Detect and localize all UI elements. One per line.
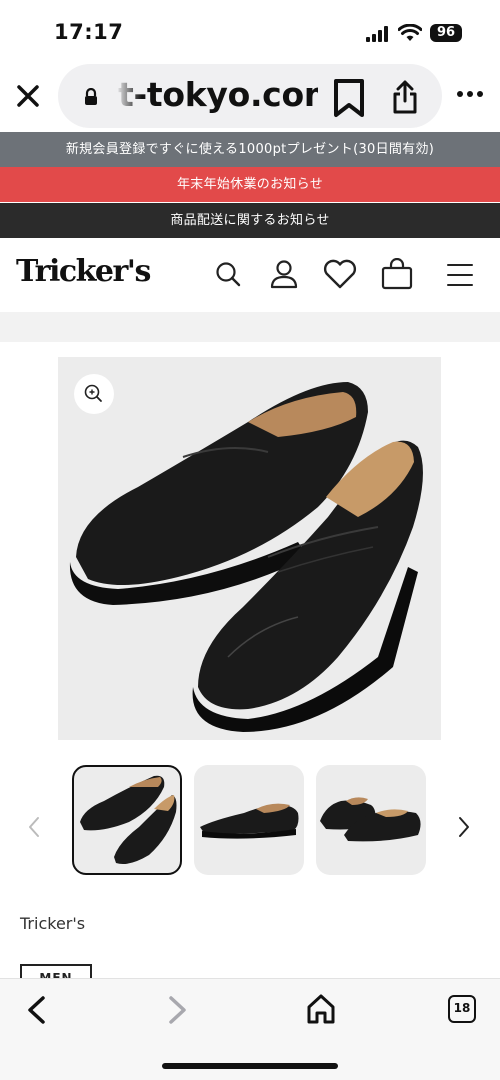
search-icon[interactable] (214, 258, 242, 290)
lock-icon (85, 88, 97, 105)
zoom-button[interactable] (74, 374, 114, 414)
browser-address-bar: t-tokyo.com (0, 62, 500, 130)
url-text: t-tokyo.com (118, 75, 318, 114)
home-indicator (162, 1063, 338, 1069)
header-divider (0, 312, 500, 342)
banner-shipping-notice[interactable]: 商品配送に関するお知らせ (0, 203, 500, 238)
thumbnail-carousel (0, 765, 500, 877)
zoom-in-icon (84, 384, 102, 402)
wifi-icon (398, 24, 422, 41)
url-field[interactable]: t-tokyo.com (58, 64, 442, 128)
chevron-left-icon[interactable] (26, 815, 42, 839)
site-logo[interactable]: Tricker's (16, 254, 151, 289)
thumbnail-image (200, 803, 299, 839)
bag-icon[interactable] (380, 258, 414, 290)
product-main-image[interactable] (58, 357, 441, 740)
chevron-right-icon[interactable] (456, 815, 472, 839)
bookmark-icon[interactable] (332, 78, 366, 118)
thumbnail-3[interactable] (316, 765, 426, 875)
tabs-icon[interactable]: 18 (448, 995, 476, 1023)
more-icon[interactable] (456, 88, 484, 100)
thumbnail-1[interactable] (72, 765, 182, 875)
site-header: Tricker's (0, 238, 500, 312)
loafer-pair-image (69, 382, 423, 732)
share-icon[interactable] (392, 80, 418, 114)
thumbnail-image (80, 775, 177, 864)
browser-toolbar: 18 (0, 978, 500, 1080)
status-time: 17:17 (54, 20, 124, 44)
status-bar: 17:17 96 (0, 0, 500, 60)
user-icon[interactable] (268, 258, 300, 290)
banner-holiday-notice[interactable]: 年末年始休業のお知らせ (0, 167, 500, 202)
heart-icon[interactable] (322, 258, 358, 290)
menu-icon[interactable] (446, 262, 474, 288)
back-icon[interactable] (24, 995, 48, 1025)
thumbnail-image (320, 797, 421, 842)
banner-signup-bonus[interactable]: 新規会員登録ですぐに使える1000ptプレゼント(30日間有効) (0, 132, 500, 167)
cellular-signal-icon (366, 26, 388, 42)
forward-icon[interactable] (166, 995, 190, 1025)
home-icon[interactable] (306, 993, 336, 1025)
close-icon[interactable] (14, 82, 42, 110)
url-fade (116, 74, 142, 118)
thumbnail-2[interactable] (194, 765, 304, 875)
battery-indicator: 96 (430, 24, 462, 42)
product-brand[interactable]: Tricker's (20, 914, 85, 933)
